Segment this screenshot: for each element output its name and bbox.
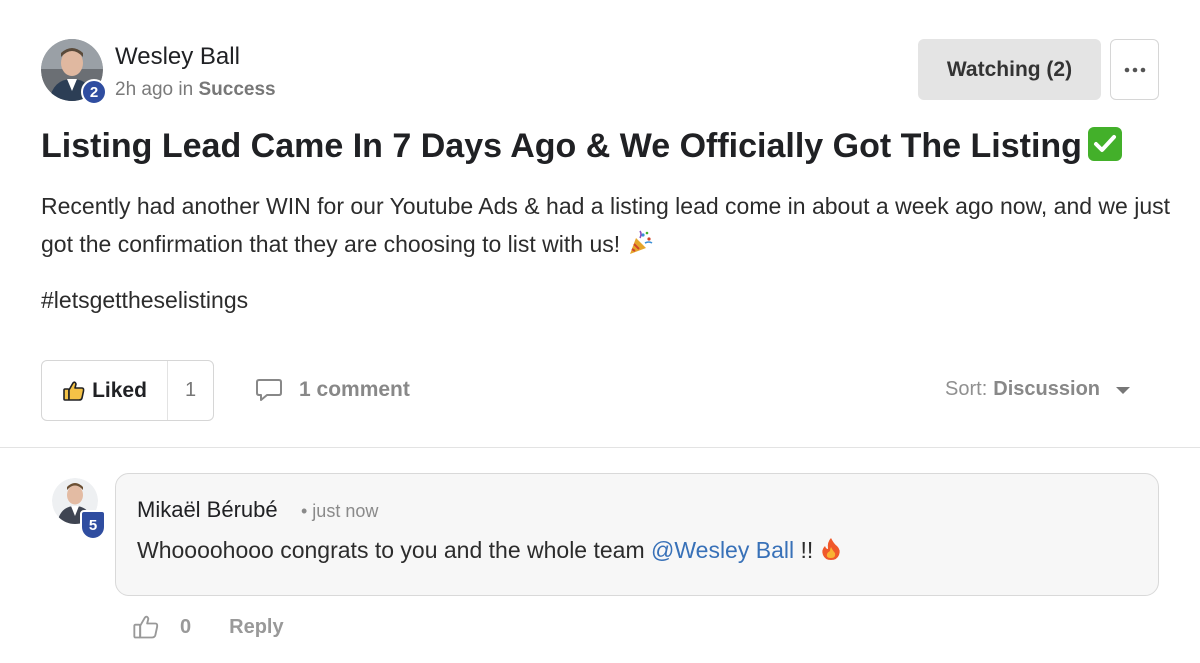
post-title: Listing Lead Came In 7 Days Ago & We Off… — [41, 127, 1122, 166]
comment-bubble-icon — [256, 379, 282, 401]
reply-button[interactable]: Reply — [229, 616, 283, 639]
post-title-text: Listing Lead Came In 7 Days Ago & We Off… — [41, 127, 1082, 165]
post-in-word: in — [178, 79, 194, 100]
chevron-down-icon — [1116, 386, 1130, 394]
comment-count-link[interactable]: 1 comment — [255, 375, 410, 405]
check-mark-icon — [1087, 127, 1122, 161]
comment-actions: 0 Reply — [132, 612, 284, 642]
thumbs-up-icon — [63, 380, 85, 401]
like-label: Liked — [92, 378, 147, 402]
comment-like-count: 0 — [180, 615, 192, 638]
post-time: 2h ago — [115, 79, 174, 100]
thumbs-up-outline-icon[interactable] — [132, 613, 160, 641]
comment-count-label: 1 comment — [299, 378, 410, 401]
post-meta: 2h ago in Success — [115, 79, 276, 101]
party-popper-icon — [629, 230, 652, 254]
comment-text-suffix: !! — [800, 537, 814, 563]
watching-button[interactable]: Watching (2) — [918, 39, 1101, 100]
level-badge: 5 — [80, 510, 106, 540]
post-author-avatar[interactable]: 2 — [41, 39, 107, 105]
like-button[interactable]: Liked — [42, 361, 168, 420]
mention-link[interactable]: @Wesley Ball — [651, 537, 794, 563]
more-options-button[interactable] — [1110, 39, 1159, 100]
post-hashtag[interactable]: #letsgettheselistings — [41, 287, 248, 314]
comment-text-prefix: Whoooohooo congrats to you and the whole… — [137, 537, 645, 563]
post-author-name[interactable]: Wesley Ball — [115, 43, 240, 71]
comment-author-name[interactable]: Mikaël Bérubé — [137, 497, 278, 523]
comment-time: • just now — [301, 501, 379, 521]
like-count[interactable]: 1 — [168, 361, 213, 420]
like-control: Liked 1 — [41, 360, 214, 421]
sort-dropdown[interactable]: Sort: Discussion — [945, 378, 1134, 401]
comment-author-avatar[interactable]: 5 — [52, 478, 106, 540]
level-badge: 2 — [81, 79, 107, 105]
post-body: Recently had another WIN for our Youtube… — [41, 187, 1171, 263]
sort-label: Sort: — [945, 378, 988, 400]
comment-bubble: Mikaël Bérubé • just now Whoooohooo cong… — [115, 473, 1159, 596]
divider — [0, 447, 1200, 448]
sort-value: Discussion — [993, 378, 1100, 400]
post-category-link[interactable]: Success — [198, 79, 275, 100]
ellipsis-icon — [1124, 67, 1145, 72]
comment-text: Whoooohooo congrats to you and the whole… — [137, 537, 842, 564]
fire-icon — [821, 538, 840, 560]
post-body-text: Recently had another WIN for our Youtube… — [41, 193, 1170, 257]
